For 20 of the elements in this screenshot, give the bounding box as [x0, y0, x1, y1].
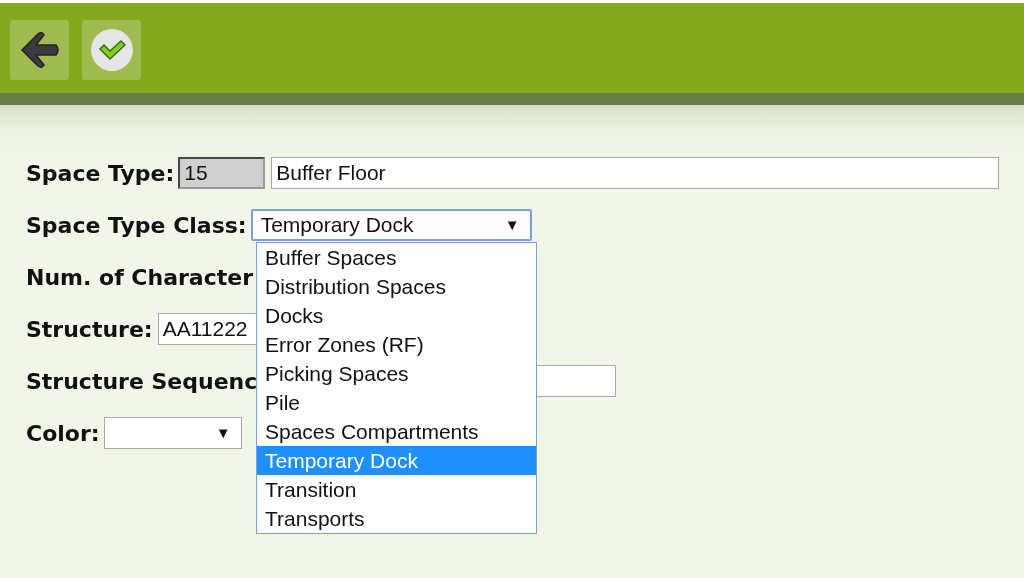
check-icon [89, 28, 134, 72]
select-field[interactable]: ▼ [103, 417, 242, 449]
field-label: Space Type: [26, 159, 175, 188]
field-label: Structure: [26, 315, 153, 344]
confirm-button[interactable] [82, 20, 141, 80]
select-field[interactable]: Temporary Dock ▼ [250, 209, 532, 241]
field-label: Structure Sequenc [26, 367, 258, 396]
field-label: Space Type Class: [26, 211, 247, 240]
dropdown-option[interactable]: Transports [257, 504, 536, 533]
description-field[interactable]: Buffer Floor [271, 157, 1000, 189]
dropdown-option[interactable]: Transition [257, 475, 536, 504]
back-button[interactable] [10, 20, 69, 80]
code-field: 15 [178, 157, 266, 189]
field-label: Num. of Character [26, 263, 254, 292]
dropdown-option[interactable]: Picking Spaces [257, 359, 536, 388]
dropdown-option[interactable]: Pile [257, 388, 536, 417]
field-label: Color: [26, 419, 100, 448]
dropdown-option[interactable]: Distribution Spaces [257, 272, 536, 301]
dropdown-option[interactable]: Spaces Compartments [257, 417, 536, 446]
dropdown-option[interactable]: Buffer Spaces [257, 243, 536, 272]
